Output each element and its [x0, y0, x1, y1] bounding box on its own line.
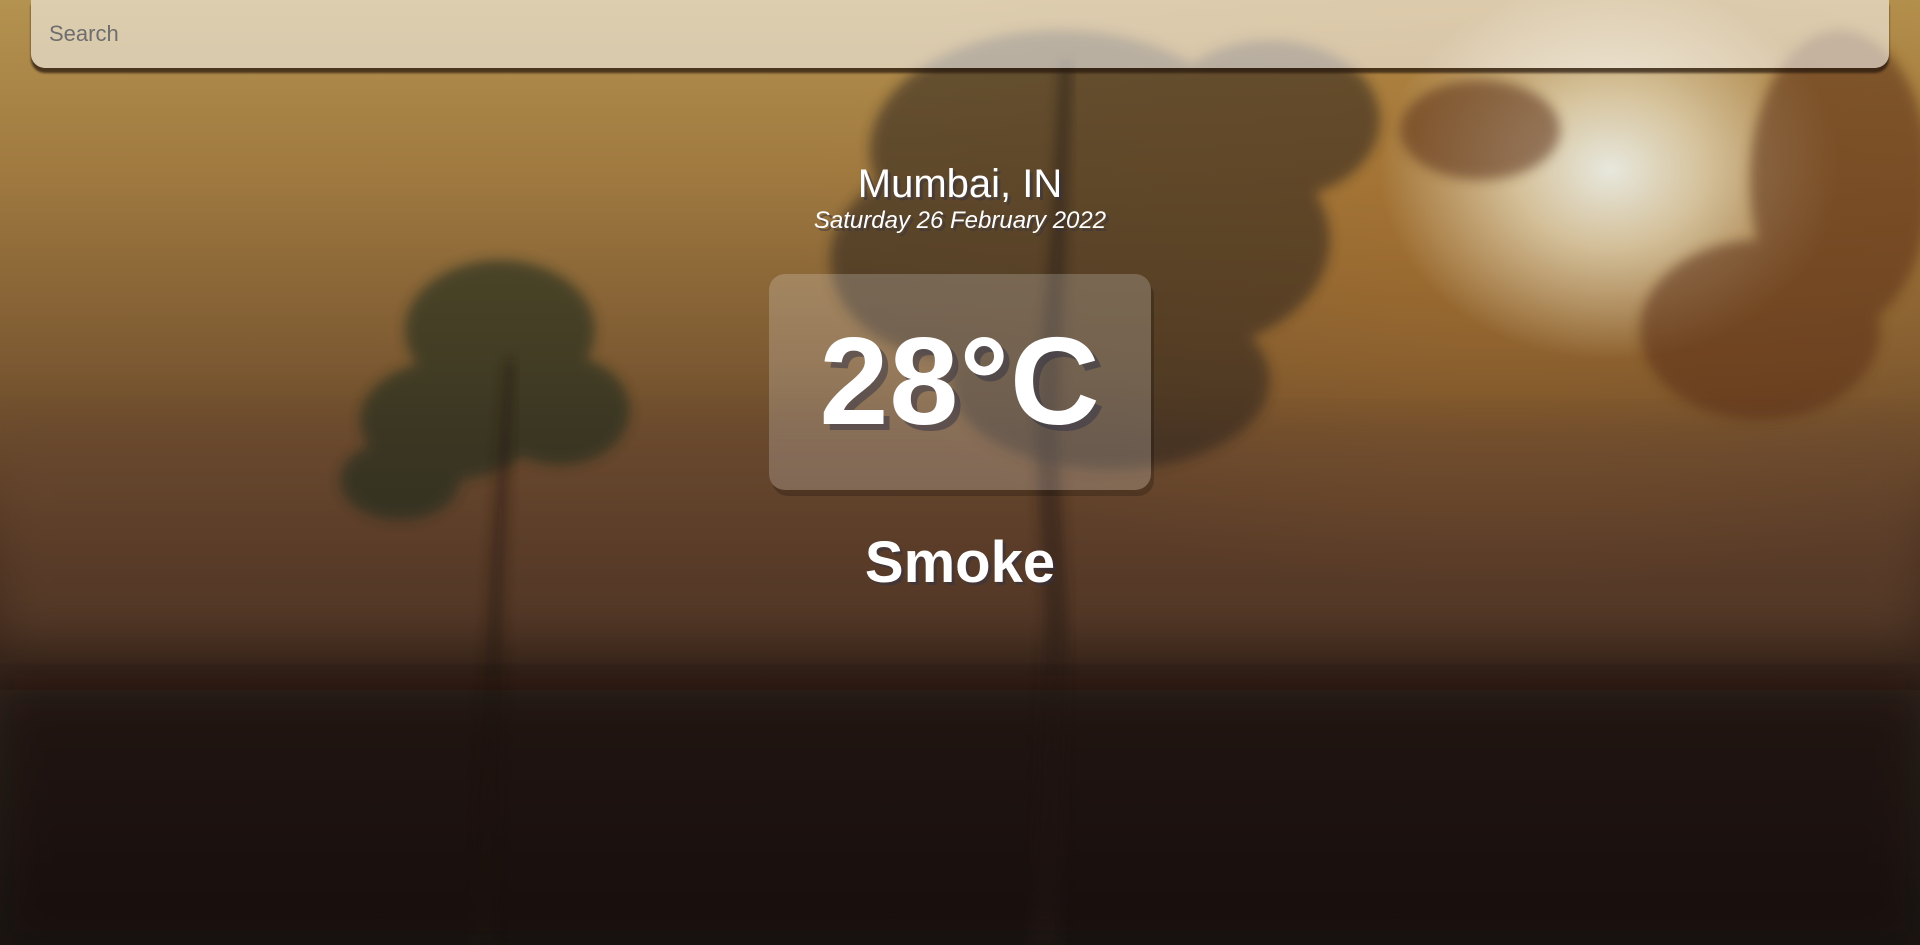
weather-app: Mumbai, IN Saturday 26 February 2022 28°…	[0, 0, 1920, 945]
temperature-box: 28°C	[769, 274, 1151, 490]
search-input[interactable]	[31, 0, 1889, 68]
weather-condition: Smoke	[864, 530, 1056, 595]
location-box: Mumbai, IN Saturday 26 February 2022	[0, 160, 1920, 236]
current-date: Saturday 26 February 2022	[813, 207, 1107, 234]
location-name: Mumbai, IN	[857, 162, 1063, 206]
temperature-value: 28°C	[819, 313, 1101, 451]
